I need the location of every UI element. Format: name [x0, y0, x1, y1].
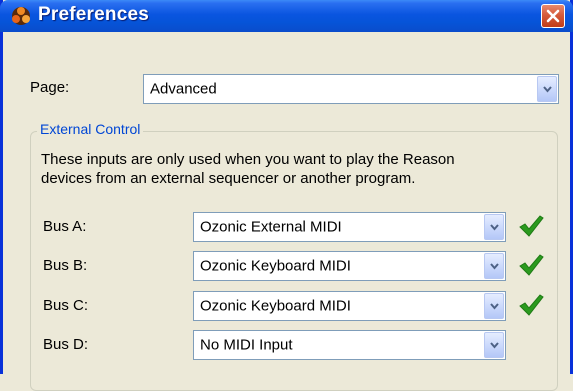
page-label: Page: — [30, 79, 70, 96]
bus-a-label: Bus A: — [43, 218, 87, 235]
window-title: Preferences — [38, 4, 149, 25]
bus-b-label: Bus B: — [43, 257, 88, 274]
chevron-down-icon — [490, 342, 499, 349]
bus-c-select[interactable]: Ozonic Keyboard MIDI — [193, 291, 506, 321]
bus-d-select[interactable]: No MIDI Input — [193, 330, 506, 360]
bus-d-label: Bus D: — [43, 336, 89, 353]
bus-c-value: Ozonic Keyboard MIDI — [200, 297, 351, 315]
reason-logo-icon — [12, 7, 30, 25]
bus-c-checkmark-icon — [519, 294, 544, 316]
bus-b-dropdown-button[interactable] — [484, 253, 504, 279]
bus-d-dropdown-button[interactable] — [484, 332, 504, 358]
title-bar[interactable]: Preferences — [0, 0, 573, 32]
page-select-dropdown-button[interactable] — [537, 76, 557, 102]
external-control-label: External Control — [37, 121, 144, 137]
chevron-down-icon — [490, 263, 499, 270]
bus-a-dropdown-button[interactable] — [484, 214, 504, 240]
description-line-2: devices from an external sequencer or an… — [41, 170, 416, 187]
close-button[interactable] — [541, 4, 565, 28]
page-select[interactable]: Advanced — [143, 74, 559, 104]
preferences-window: Preferences Page: Advanced External Cont… — [0, 0, 573, 391]
chevron-down-icon — [543, 86, 552, 93]
chevron-down-icon — [490, 303, 499, 310]
bus-a-select[interactable]: Ozonic External MIDI — [193, 212, 506, 242]
external-control-description: These inputs are only used when you want… — [41, 150, 551, 188]
bus-c-label: Bus C: — [43, 297, 89, 314]
bus-b-checkmark-icon — [519, 254, 544, 276]
page-select-value: Advanced — [150, 80, 217, 98]
description-line-1: These inputs are only used when you want… — [41, 151, 455, 168]
bus-a-value: Ozonic External MIDI — [200, 218, 342, 236]
bus-b-value: Ozonic Keyboard MIDI — [200, 257, 351, 275]
bus-c-dropdown-button[interactable] — [484, 293, 504, 319]
bus-d-value: No MIDI Input — [200, 336, 293, 354]
close-icon — [546, 9, 560, 23]
bus-b-select[interactable]: Ozonic Keyboard MIDI — [193, 251, 506, 281]
bus-a-checkmark-icon — [519, 215, 544, 237]
chevron-down-icon — [490, 224, 499, 231]
